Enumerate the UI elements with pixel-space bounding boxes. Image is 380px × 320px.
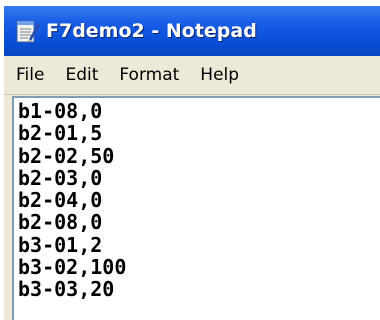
- text-line: b1-08,0: [18, 99, 103, 123]
- text-content[interactable]: b1-08,0 b2-01,5 b2-02,50 b2-03,0 b2-04,0…: [14, 98, 380, 301]
- text-line: b3-01,2: [18, 232, 103, 257]
- text-line: b2-03,0: [18, 165, 103, 190]
- notepad-window: F7demo2 - Notepad File Edit Format Help …: [4, 6, 380, 320]
- menu-edit[interactable]: Edit: [65, 65, 98, 85]
- menu-file[interactable]: File: [16, 65, 44, 85]
- title-bar[interactable]: F7demo2 - Notepad: [4, 6, 380, 56]
- text-line: b3-03,20: [18, 277, 115, 302]
- text-line: b2-08,0: [18, 210, 103, 235]
- text-editor[interactable]: b1-08,0 b2-01,5 b2-02,50 b2-03,0 b2-04,0…: [12, 96, 380, 320]
- text-line: b2-04,0: [18, 188, 103, 213]
- menu-help[interactable]: Help: [200, 65, 239, 85]
- menu-bar: File Edit Format Help: [4, 56, 380, 95]
- menu-format[interactable]: Format: [119, 65, 179, 85]
- text-line: b2-02,50: [18, 143, 115, 168]
- notepad-icon[interactable]: [14, 17, 40, 45]
- window-title: F7demo2 - Notepad: [46, 20, 257, 42]
- text-line: b2-01,5: [18, 121, 103, 146]
- text-line: b3-02,100: [18, 255, 127, 280]
